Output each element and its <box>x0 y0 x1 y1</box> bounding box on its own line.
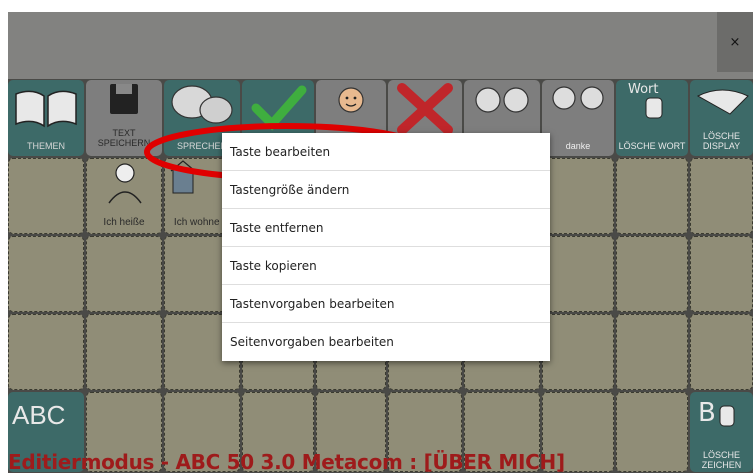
loesche-wort-button[interactable]: Wort LÖSCHE WORT <box>616 80 688 156</box>
menu-item-seitenvorgaben-bearbeiten[interactable]: Seitenvorgaben bearbeiten <box>222 323 550 361</box>
grid-key[interactable] <box>690 158 753 234</box>
text-speichern-label: TEXT SPEICHERN <box>97 128 151 148</box>
menu-item-taste-bearbeiten[interactable]: Taste bearbeiten <box>222 133 550 171</box>
grid-key[interactable] <box>542 314 614 390</box>
menu-item-tastenvorgaben-bearbeiten[interactable]: Tastenvorgaben bearbeiten <box>222 285 550 323</box>
close-button[interactable]: × <box>717 12 753 72</box>
grid-key[interactable] <box>542 158 614 234</box>
ich-heisse-key[interactable]: Ich heiße <box>86 158 162 234</box>
top-bar: × <box>8 12 753 79</box>
loesche-zeichen-key[interactable]: B LÖSCHE ZEICHEN <box>690 392 753 472</box>
two-people-thanks-icon <box>552 86 604 110</box>
wiper-icon <box>696 89 749 115</box>
danke-button[interactable]: danke <box>542 80 614 156</box>
two-people-icon <box>475 87 529 113</box>
loesche-display-button[interactable]: LÖSCHE DISPLAY <box>690 80 753 156</box>
ich-heisse-label: Ich heiße <box>103 217 145 228</box>
menu-item-taste-kopieren[interactable]: Taste kopieren <box>222 247 550 285</box>
hand-icon <box>719 405 735 427</box>
grid-key[interactable] <box>616 236 688 312</box>
loesche-zeichen-label: LÖSCHE ZEICHEN <box>701 450 742 470</box>
context-menu: Taste bearbeiten Tastengröße ändern Tast… <box>222 133 550 361</box>
grid-key[interactable] <box>86 236 162 312</box>
text-speichern-button[interactable]: TEXT SPEICHERN <box>86 80 162 156</box>
signing-person-icon <box>108 163 142 204</box>
edit-mode-status: Editiermodus - ABC 50 3.0 Metacom : [ÜBE… <box>8 450 565 474</box>
menu-item-tastengroesse-aendern[interactable]: Tastengröße ändern <box>222 171 550 209</box>
loesche-display-label: LÖSCHE DISPLAY <box>702 131 741 151</box>
grid-key[interactable] <box>86 314 162 390</box>
book-icon <box>15 90 77 128</box>
checkmark-icon <box>251 85 307 131</box>
grid-key[interactable] <box>8 314 84 390</box>
grid-key[interactable] <box>616 392 688 472</box>
speech-bubble-icon <box>171 85 233 124</box>
abc-label: ABC <box>12 400 66 430</box>
grid-key[interactable] <box>690 314 753 390</box>
floppy-disk-icon <box>110 84 138 114</box>
grid-key[interactable] <box>616 314 688 390</box>
grid-key[interactable] <box>616 158 688 234</box>
person-icon <box>338 87 364 113</box>
themen-label: THEMEN <box>27 141 65 151</box>
cross-icon <box>397 83 453 135</box>
grid-key[interactable] <box>542 236 614 312</box>
themen-button[interactable]: THEMEN <box>8 80 84 156</box>
loesche-wort-label: LÖSCHE WORT <box>618 141 686 151</box>
grid-key[interactable] <box>8 236 84 312</box>
grid-key[interactable] <box>690 236 753 312</box>
grid-key[interactable] <box>8 158 84 234</box>
menu-item-taste-entfernen[interactable]: Taste entfernen <box>222 209 550 247</box>
hand-icon <box>645 97 663 119</box>
danke-label: danke <box>565 141 591 151</box>
